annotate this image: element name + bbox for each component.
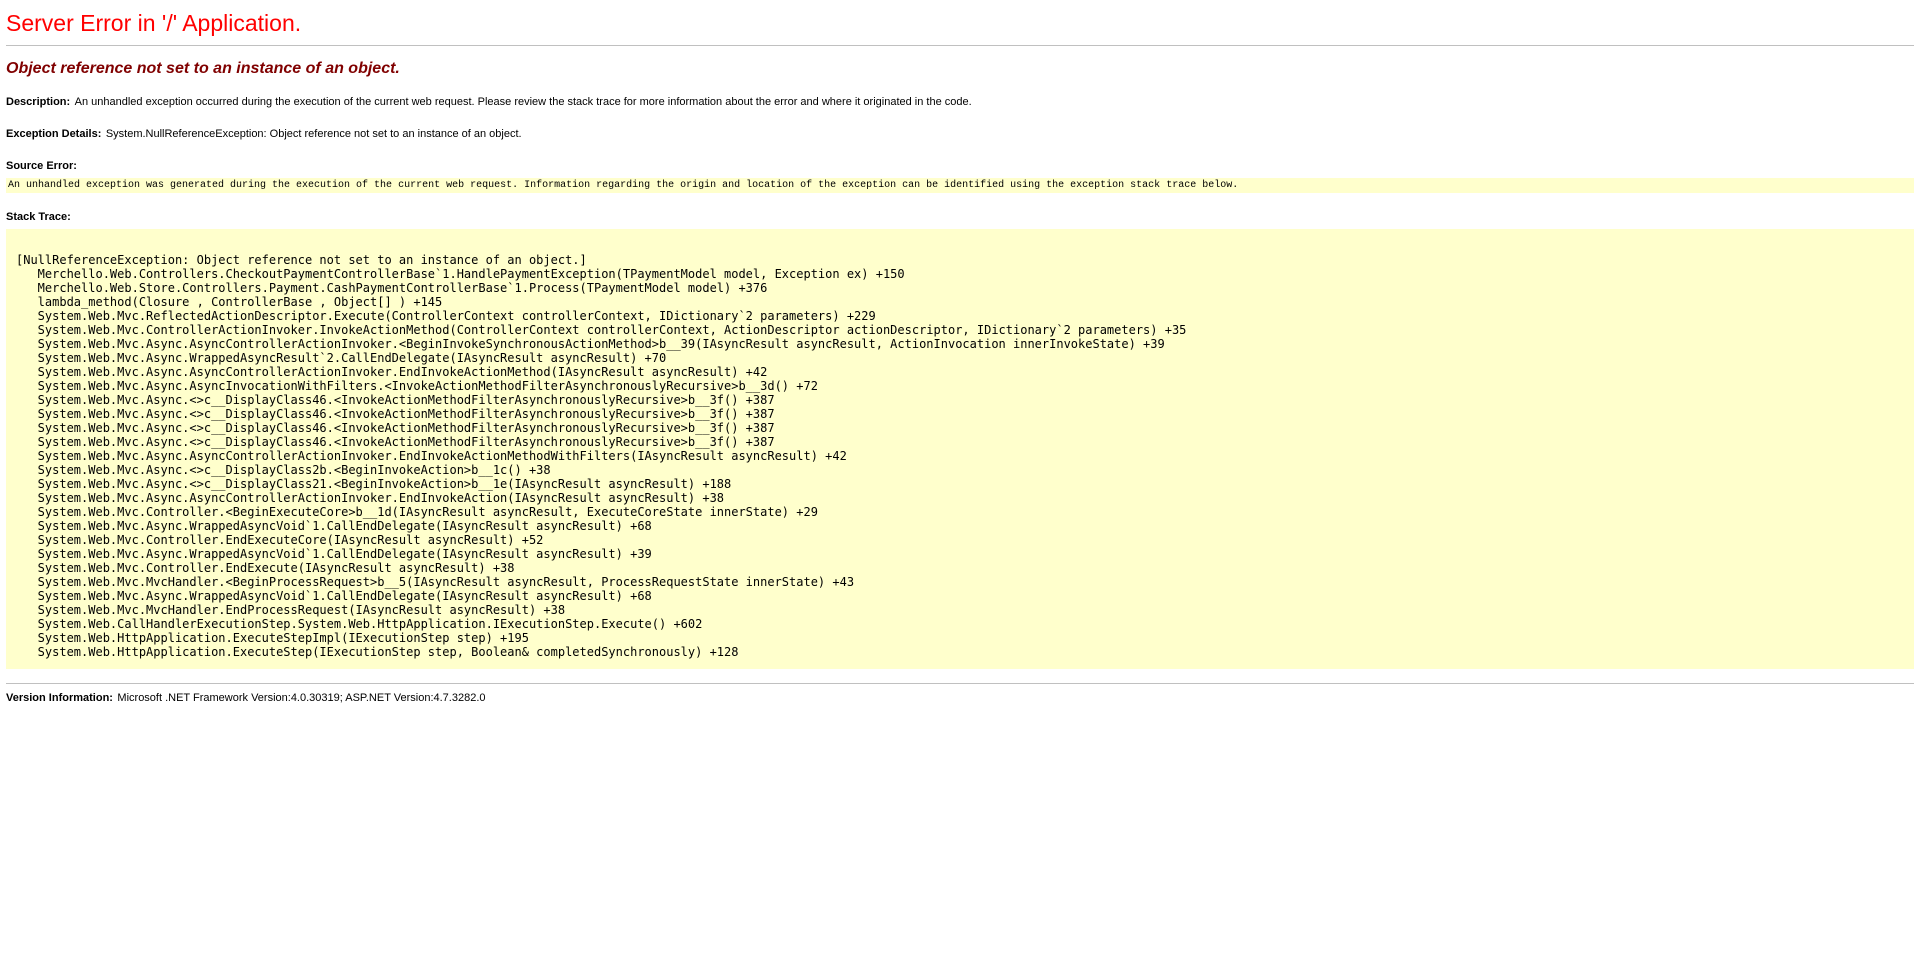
divider-top (6, 45, 1914, 46)
exception-line: Exception Details: System.NullReferenceE… (6, 124, 1914, 142)
stack-trace-label: Stack Trace: (6, 211, 71, 223)
version-info: Version Information: Microsoft .NET Fram… (6, 688, 1914, 706)
source-error-box: An unhandled exception was generated dur… (6, 178, 1914, 193)
divider-bottom (6, 683, 1914, 684)
description-label: Description: (6, 96, 70, 108)
error-subheader: Object reference not set to an instance … (6, 60, 1914, 78)
description-line: Description: An unhandled exception occu… (6, 92, 1914, 110)
exception-details-label: Exception Details: (6, 128, 101, 140)
source-error-message: An unhandled exception was generated dur… (6, 178, 1914, 193)
stack-trace-box: [NullReferenceException: Object referenc… (6, 229, 1914, 669)
page-title: Server Error in '/' Application. (6, 10, 1914, 37)
source-error-label: Source Error: (6, 160, 77, 172)
version-info-label: Version Information: (6, 692, 113, 704)
source-error-line: Source Error: (6, 156, 1914, 174)
version-info-text: Microsoft .NET Framework Version:4.0.303… (117, 692, 485, 704)
stack-trace-content: [NullReferenceException: Object referenc… (6, 229, 1914, 669)
stack-trace-line: Stack Trace: (6, 207, 1914, 225)
description-text: An unhandled exception occurred during t… (75, 96, 972, 108)
exception-details-text: System.NullReferenceException: Object re… (106, 128, 522, 140)
